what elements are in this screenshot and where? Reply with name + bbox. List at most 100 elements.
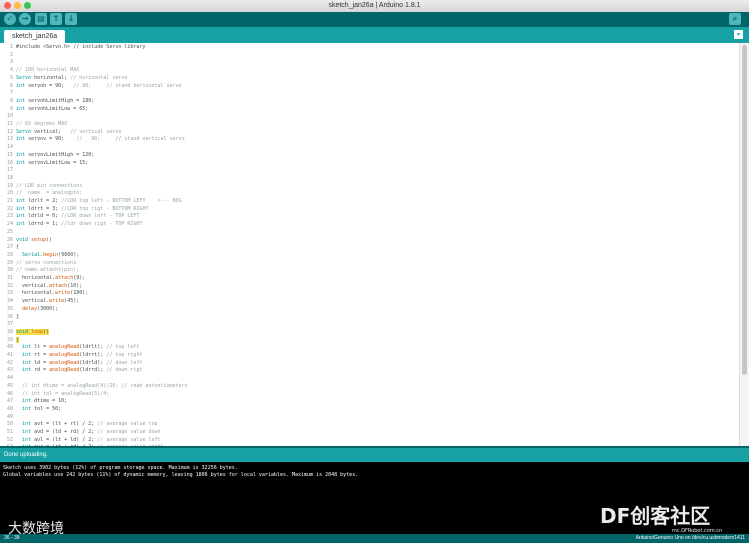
code-token: // top left	[106, 344, 140, 351]
line-number: 23	[6, 213, 13, 220]
line-number: 36	[6, 313, 13, 320]
line-number: 34	[6, 298, 13, 305]
code-token: vertical;	[34, 128, 71, 135]
code-line: // name.attacht(pin);	[16, 267, 79, 275]
watermark-right-logo: DF创客社区	[600, 500, 710, 529]
code-line: Servo vertical; // vertical servo	[16, 129, 121, 137]
line-number: 28	[6, 251, 13, 258]
code-line: vertical.attach(10);	[16, 283, 82, 291]
code-token: int	[22, 352, 35, 358]
editor-scrollbar[interactable]	[739, 43, 749, 446]
code-token: (ldrlt);	[79, 344, 107, 351]
line-number: 12	[6, 128, 13, 135]
code-token: servohLimitLow = 65;	[28, 105, 89, 112]
code-token: {	[16, 244, 20, 251]
code-line: #include <Servo.h> // include Servo libr…	[16, 44, 145, 52]
code-token: ldrrt = 3;	[28, 205, 62, 212]
code-line: int rd = analogRead(ldrrd); // down rigt	[16, 367, 142, 375]
console-line: Global variables use 242 bytes (11%) of …	[3, 472, 359, 478]
line-number: 2	[9, 51, 13, 58]
code-token: // down rigt	[106, 367, 143, 374]
line-number: 32	[6, 282, 13, 289]
code-token: // 90; // stand vertical servo	[76, 136, 185, 143]
console-line: Sketch uses 3902 bytes (12%) of program …	[3, 465, 238, 471]
watermark-right-text: DF创客社区	[600, 504, 711, 528]
code-token: int	[16, 97, 29, 104]
line-number: 10	[6, 113, 13, 120]
code-line: horizontal.write(180);	[16, 290, 88, 298]
code-token: #include <Servo.h> // include Servo libr…	[16, 44, 146, 50]
code-line: int tol = 50;	[16, 406, 61, 414]
code-line: delay(3000);	[16, 306, 58, 314]
code-token: ldrld = 0;	[28, 213, 62, 220]
code-token: rd =	[34, 367, 50, 374]
code-token: //ldr down rigt - TOP RIGHT	[61, 221, 143, 228]
line-number: 25	[6, 228, 13, 235]
upload-button[interactable]: →	[19, 13, 31, 25]
code-token: // int tol = analogRead(5)/4;	[16, 390, 110, 397]
code-token: dtime = 10;	[34, 398, 68, 405]
toolbar: ✓ → ▤ ↑ ↓ ⌕	[0, 12, 749, 27]
serial-monitor-button[interactable]: ⌕	[729, 13, 741, 25]
save-button[interactable]: ↓	[65, 13, 77, 25]
tab-sketch[interactable]: sketch_jan26a	[4, 30, 66, 43]
bottom-status-bar: 36 - 38 Arduino/Genuino Uno on /dev/cu.u…	[0, 534, 749, 543]
tab-menu-button[interactable]: ▾	[734, 30, 743, 39]
code-token: int	[16, 136, 29, 143]
code-token: // name = analogpin;	[16, 190, 83, 197]
code-token: analogRead	[49, 359, 80, 366]
code-token: servohLimitHigh = 180;	[28, 97, 95, 104]
line-number: 33	[6, 290, 13, 297]
code-token: int	[16, 151, 29, 158]
code-token: int	[16, 159, 29, 166]
code-token: write	[55, 290, 71, 297]
code-line: // LDR pin connections	[16, 183, 82, 191]
code-token: // average value left	[97, 436, 161, 443]
code-line: // name = analogpin;	[16, 190, 82, 198]
code-line: int rt = analogRead(ldrrt); // top right	[16, 352, 142, 360]
code-token: // average value top	[97, 421, 158, 428]
code-token: int	[22, 398, 35, 405]
code-token: int	[22, 367, 35, 374]
code-line: int ld = analogRead(ldrld); // down left	[16, 360, 142, 368]
code-token: int	[22, 344, 35, 351]
line-number: 13	[6, 136, 13, 143]
line-number: 7	[9, 90, 13, 97]
code-token: horizontal.	[16, 275, 56, 281]
line-number: 16	[6, 159, 13, 166]
code-token: attach	[49, 282, 68, 289]
line-number: 17	[6, 167, 13, 174]
line-number: 29	[6, 259, 13, 266]
code-token: lt =	[34, 344, 50, 351]
line-number: 19	[6, 182, 13, 189]
line-number-gutter: 1 2 3 4 5 6 7 8 9 10 11 12 13 14 15 16 17 18 19 20 21 22 23 24 2…	[0, 43, 14, 446]
code-editor[interactable]: 1 2 3 4 5 6 7 8 9 10 11 12 13 14 15 16 17 18 19 20 21 22 23 24 2…	[0, 43, 740, 446]
code-token: Servo	[16, 74, 35, 81]
code-token: // average value down	[97, 429, 161, 435]
code-token: void	[16, 236, 32, 243]
code-token: avd = (ld + rd) / 2;	[34, 429, 98, 435]
window-title: sketch_jan26a | Arduino 1.8.1	[328, 2, 421, 9]
code-token: analogRead	[49, 352, 80, 358]
code-token: int	[16, 198, 29, 204]
line-number: 5	[9, 74, 13, 81]
code-token: int	[16, 205, 29, 212]
line-number: 18	[6, 174, 13, 181]
code-line: int servohLimitHigh = 180;	[16, 98, 94, 106]
line-number: 21	[6, 198, 13, 204]
line-number: 3	[9, 59, 13, 66]
code-token: (180);	[70, 290, 89, 297]
code-token: // servo connections	[16, 259, 77, 266]
code-line: horizontal.attach(9);	[16, 275, 85, 283]
line-number: 6	[9, 82, 13, 89]
line-number: 38	[6, 328, 13, 335]
code-token: int	[22, 429, 35, 435]
scrollbar-thumb[interactable]	[742, 45, 747, 375]
line-number: 24	[6, 221, 13, 228]
open-button[interactable]: ↑	[50, 13, 62, 25]
verify-button[interactable]: ✓	[4, 13, 16, 25]
line-number: 15	[6, 151, 13, 158]
line-number: 26	[6, 236, 13, 243]
new-sketch-button[interactable]: ▤	[35, 13, 47, 25]
code-token: (ldrld);	[79, 359, 107, 366]
